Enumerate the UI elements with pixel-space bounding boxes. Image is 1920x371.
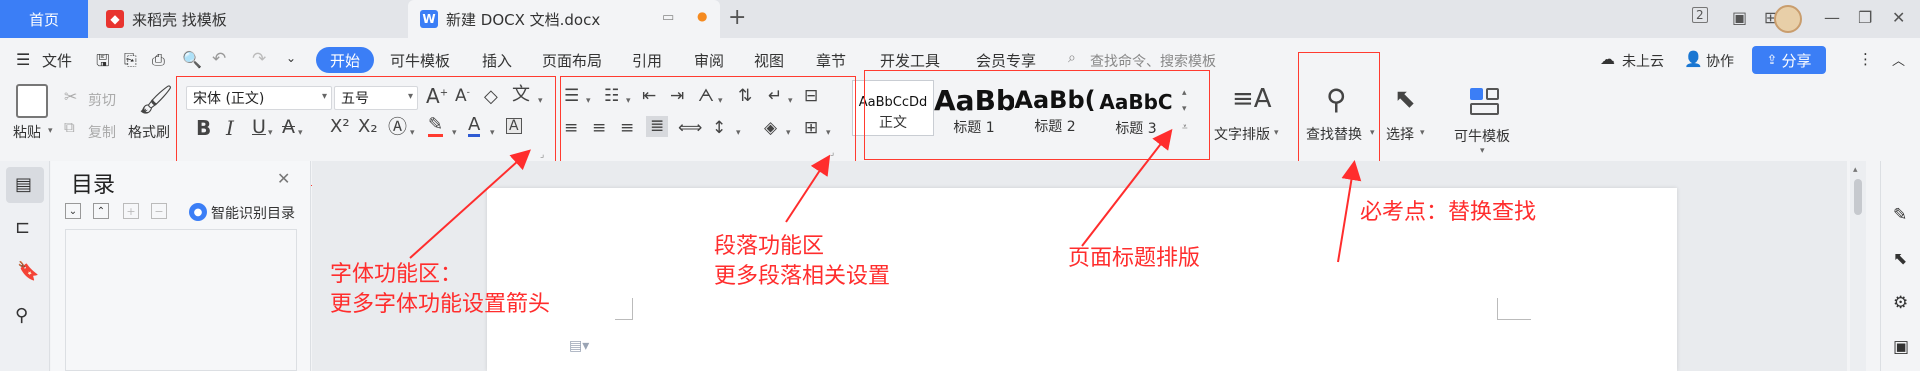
annotation-arrows [409, 128, 1362, 263]
annotation-para-line1: 段落功能区 [714, 234, 825, 259]
arrow-find-replace [1337, 160, 1362, 263]
annotation-key-point: 必考点：替换查找 [1360, 200, 1537, 225]
annotation-heading-layout: 页面标题排版 [1068, 246, 1201, 271]
arrow-font-area [409, 149, 531, 259]
annotation-font-area: 字体功能区： 更多字体功能设置箭头 [330, 260, 550, 320]
annotation-font-line1: 字体功能区： [330, 262, 463, 287]
annotation-para-line2: 更多段落相关设置 [714, 264, 891, 289]
annotation-font-line2: 更多字体功能设置箭头 [330, 292, 551, 317]
annotation-paragraph-area: 段落功能区 更多段落相关设置 [714, 232, 890, 292]
arrow-paragraph-area [785, 154, 831, 223]
arrow-heading-layout [1081, 128, 1173, 247]
